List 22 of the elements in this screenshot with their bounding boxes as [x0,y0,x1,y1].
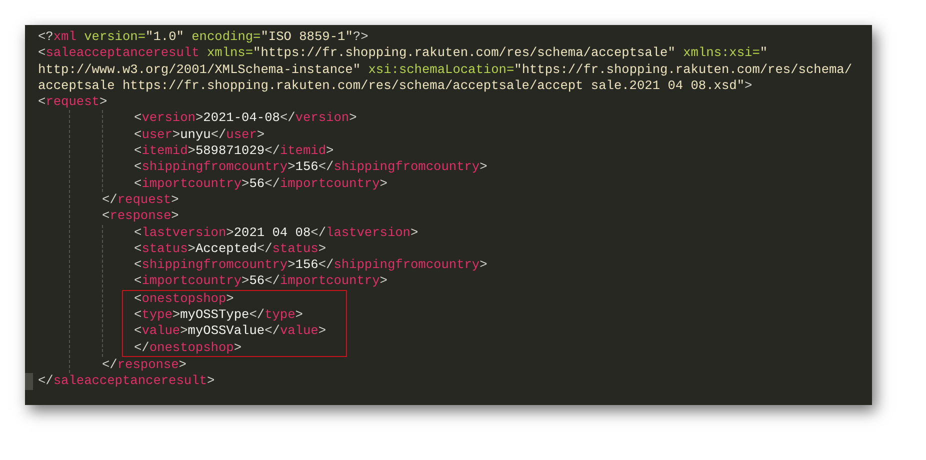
code-line: </saleacceptanceresult> [38,373,215,390]
code-line: <importcountry>56</importcountry> [134,176,388,192]
code-line: <status>Accepted</status> [134,240,326,258]
code-line: <shippingfromcountry>156</shippingfromcountry> [134,257,488,274]
code-line: </onestopshop> [134,340,242,356]
code-line: <shippingfromcountry>156</shippingfromcountry> [134,159,488,176]
code-line: <importcountry>56</importcountry> [134,273,388,290]
code-line: <request> [38,94,108,110]
code-line: <user>unyu</user> [134,126,265,144]
code-line: </response> [102,356,186,374]
code-line: http://www.w3.org/2001/XMLSchema-instance" xsi:schemaLocation="https://fr.shopping.rakuten.com/res/schema/ [38,62,852,78]
code-line: <value>myOSSValue</value> [134,323,326,340]
code-line: <response> [102,208,179,225]
code-line: <?xml version="1.0" encoding="ISO 8859-1"?> [38,29,368,46]
code-line: </request> [102,192,179,208]
code-line: <onestopshop> [134,290,234,308]
code-line: <type>myOSSType</type> [134,307,303,324]
code-line: acceptsale https://fr.shopping.rakuten.com/res/schema/acceptsale/accept sale.2021 04 08.xsd"> [38,78,752,94]
code-line: <lastversion>2021 04 08</lastversion> [134,224,418,241]
code-line: <saleacceptanceresult xmlns="https://fr.shopping.rakuten.com/res/schema/acceptsale" xmlns:xsi=" [38,45,768,62]
code-line: <version>2021-04-08</version> [134,110,357,127]
code-line: <itemid>589871029</itemid> [134,143,334,160]
